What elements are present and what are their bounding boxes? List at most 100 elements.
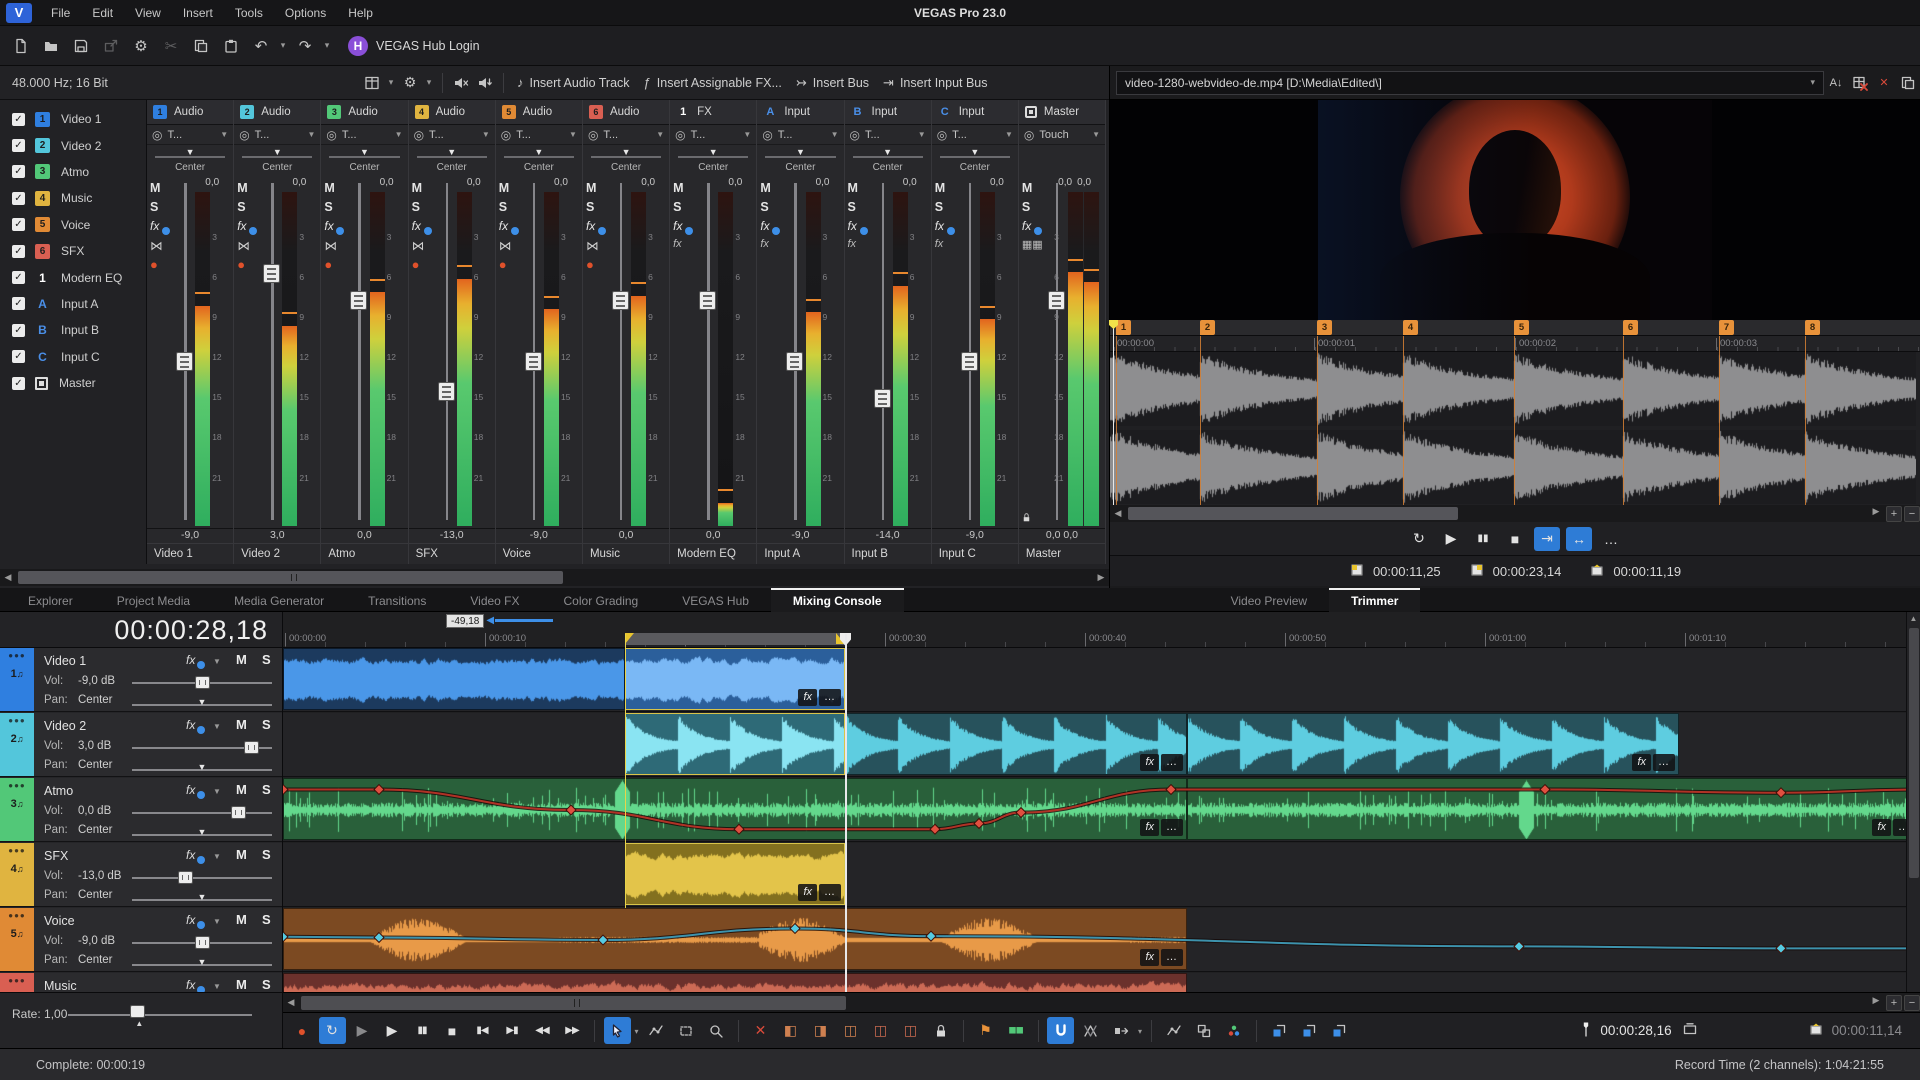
record-arm-button[interactable]: ● <box>150 257 174 276</box>
fx-automation-button[interactable]: fx <box>760 238 784 257</box>
volume-fader[interactable] <box>699 183 717 520</box>
paste-event-attributes-button[interactable] <box>1266 1017 1293 1044</box>
zoom-in-icon[interactable]: + <box>1886 506 1902 522</box>
track-visible-checkbox[interactable]: ✓ <box>12 113 25 126</box>
record-arm-button[interactable]: ● <box>324 257 348 276</box>
slip-button[interactable]: ◫ <box>867 1017 894 1044</box>
pan-mode-row[interactable]: ◎Touch▼ <box>1019 125 1105 145</box>
track-solo-button[interactable]: S <box>262 717 271 732</box>
trimmer-marker-7[interactable]: 7 <box>1719 320 1734 335</box>
track-visible-checkbox[interactable]: ✓ <box>12 377 25 390</box>
new-project-icon[interactable] <box>8 33 34 59</box>
delete-button[interactable]: ✕ <box>747 1017 774 1044</box>
pan-slider[interactable]: ▼ <box>132 964 272 966</box>
volume-fader[interactable] <box>350 183 368 520</box>
redo-dropdown[interactable]: ▾ <box>320 40 334 51</box>
zoom-in-icon[interactable]: + <box>1886 995 1902 1011</box>
trimmer-scrollbar[interactable]: ◀ ▶ + − <box>1110 505 1920 522</box>
save-project-icon[interactable] <box>68 33 94 59</box>
open-external-icon[interactable] <box>98 33 124 59</box>
trimmer-marker-6[interactable]: 6 <box>1623 320 1638 335</box>
fast-forward-button[interactable]: ▶▶ <box>559 1017 586 1044</box>
track-mute-button[interactable]: M <box>236 782 247 797</box>
track-fx-button[interactable]: fx <box>186 978 195 992</box>
track-solo-button[interactable]: S <box>262 782 271 797</box>
trimmer-cursor[interactable] <box>1113 320 1114 505</box>
pan-slider[interactable]: ▼ <box>583 145 669 162</box>
track-header-voice[interactable]: ●●●5♫Voicefx▼MSVol:-9,0 dBPan:Center▼ <box>0 908 282 972</box>
mixer-list-item-music[interactable]: ✓4Music <box>0 185 146 211</box>
pan-mode-row[interactable]: ◎T...▼ <box>147 125 233 145</box>
mixer-list-item-input-a[interactable]: ✓AInput A <box>0 291 146 317</box>
pause-button[interactable]: ▮▮ <box>1470 527 1496 551</box>
solo-button[interactable]: S <box>673 200 697 219</box>
add-to-timeline-button[interactable]: ⇥ <box>1534 527 1560 551</box>
chevron-down-icon[interactable]: ▼ <box>213 787 221 796</box>
volume-fader[interactable] <box>961 183 979 520</box>
mixer-view-icon[interactable] <box>360 71 384 95</box>
pan-mode-row[interactable]: ◎T...▼ <box>757 125 843 145</box>
selectively-paste-attributes-button[interactable] <box>1296 1017 1323 1044</box>
vol-slider[interactable] <box>132 942 272 944</box>
trimmer-marker-4[interactable]: 4 <box>1403 320 1418 335</box>
pan-slider[interactable]: ▼ <box>321 145 407 162</box>
fx-automation-button[interactable]: fx <box>848 238 872 257</box>
event-fx-button[interactable]: fx… <box>1138 754 1183 771</box>
solo-button[interactable]: S <box>1022 200 1046 219</box>
record-arm-button[interactable]: ● <box>412 257 436 276</box>
chevron-down-icon[interactable]: ▼ <box>482 130 490 139</box>
solo-button[interactable]: S <box>237 200 261 219</box>
scroll-left-icon[interactable]: ◀ <box>1110 508 1126 519</box>
tab-transitions[interactable]: Transitions <box>346 588 448 612</box>
audio-event[interactable] <box>625 713 845 775</box>
tab-trimmer[interactable]: Trimmer <box>1329 588 1420 612</box>
tab-mixing-console[interactable]: Mixing Console <box>771 588 904 612</box>
timeline-cursor-line[interactable] <box>845 634 847 992</box>
mixer-list-item-modern-eq[interactable]: ✓1Modern EQ <box>0 264 146 290</box>
solo-button[interactable]: S <box>760 200 784 219</box>
mixer-list-item-input-c[interactable]: ✓CInput C <box>0 344 146 370</box>
pan-mode-row[interactable]: ◎T...▼ <box>234 125 320 145</box>
audio-event[interactable]: fx… <box>625 648 845 710</box>
pan-mode-row[interactable]: ◎T...▼ <box>583 125 669 145</box>
solo-button[interactable]: S <box>412 200 436 219</box>
mute-button[interactable]: M <box>237 181 261 200</box>
play-from-start-button[interactable]: ▶ <box>349 1017 376 1044</box>
chevron-down-icon[interactable]: ▼ <box>220 130 228 139</box>
pan-mode-row[interactable]: ◎T...▼ <box>496 125 582 145</box>
paste-icon[interactable] <box>218 33 244 59</box>
pan-mode-row[interactable]: ◎T...▼ <box>409 125 495 145</box>
track-menu-dots[interactable]: ●●● <box>8 976 26 985</box>
pan-slider[interactable]: ▼ <box>147 145 233 162</box>
pan-mode-row[interactable]: ◎T...▼ <box>932 125 1018 145</box>
chevron-down-icon[interactable]: ▼ <box>213 722 221 731</box>
fx-button[interactable]: fx <box>586 219 610 238</box>
rate-slider[interactable] <box>68 1014 252 1016</box>
volume-fader[interactable] <box>612 183 630 520</box>
selection-edit-tool-button[interactable] <box>672 1017 699 1044</box>
event-fx-button[interactable]: fx… <box>1138 949 1183 966</box>
track-menu-dots[interactable]: ●●● <box>8 846 26 855</box>
chevron-down-icon[interactable]: ▾ <box>1138 1027 1142 1036</box>
track-visible-checkbox[interactable]: ✓ <box>12 165 25 178</box>
mute-button[interactable]: M <box>499 181 523 200</box>
loop-region-bar[interactable] <box>625 633 845 645</box>
audio-event[interactable] <box>283 973 1187 992</box>
tab-media-generator[interactable]: Media Generator <box>212 588 346 612</box>
track-menu-dots[interactable]: ●●● <box>8 911 26 920</box>
loop-region-start-handle[interactable] <box>625 633 634 644</box>
mixer-list-item-input-b[interactable]: ✓BInput B <box>0 317 146 343</box>
trimmer-marker-2[interactable]: 2 <box>1200 320 1215 335</box>
fx-button[interactable]: fx <box>237 219 261 238</box>
vol-slider[interactable] <box>132 747 272 749</box>
pan-slider[interactable]: ▼ <box>932 145 1018 162</box>
fx-automation-button[interactable]: fx <box>935 238 959 257</box>
mixer-list-item-sfx[interactable]: ✓6SFX <box>0 238 146 264</box>
chevron-down-icon[interactable]: ▼ <box>307 130 315 139</box>
chevron-down-icon[interactable]: ▼ <box>656 130 664 139</box>
chevron-down-icon[interactable]: ▼ <box>743 130 751 139</box>
solo-button[interactable]: S <box>324 200 348 219</box>
fit-selection-button[interactable]: ↔ <box>1566 527 1592 551</box>
pan-slider[interactable]: ▼ <box>132 704 272 706</box>
track-menu-dots[interactable]: ●●● <box>8 651 26 660</box>
